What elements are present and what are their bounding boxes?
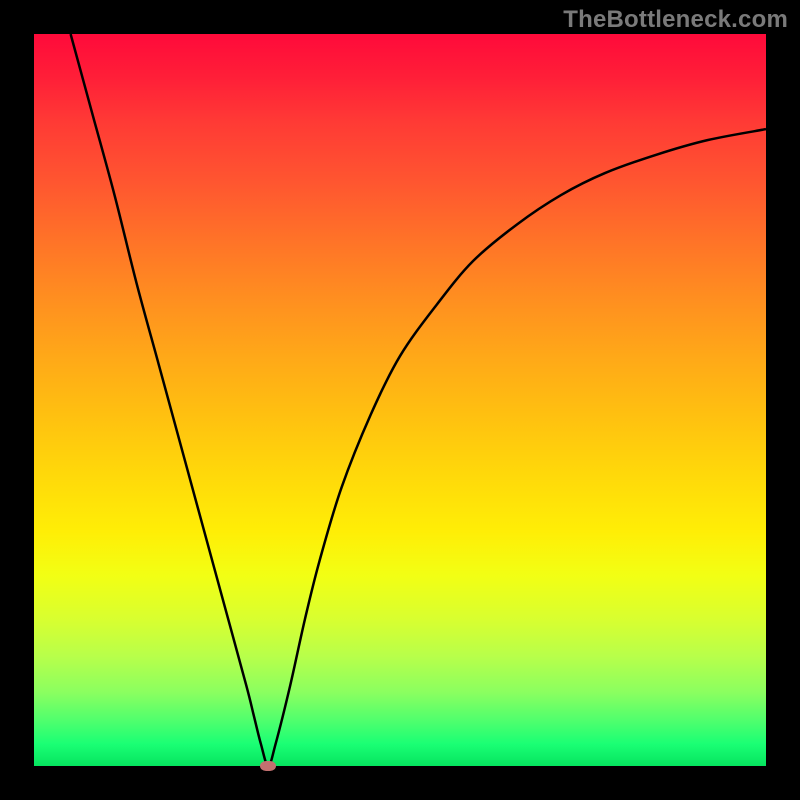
watermark-text: TheBottleneck.com [563, 6, 788, 34]
minimum-marker [260, 761, 276, 771]
chart-frame: TheBottleneck.com [0, 0, 800, 800]
bottleneck-curve [34, 34, 766, 766]
curve-path [71, 34, 766, 766]
plot-area [34, 34, 766, 766]
